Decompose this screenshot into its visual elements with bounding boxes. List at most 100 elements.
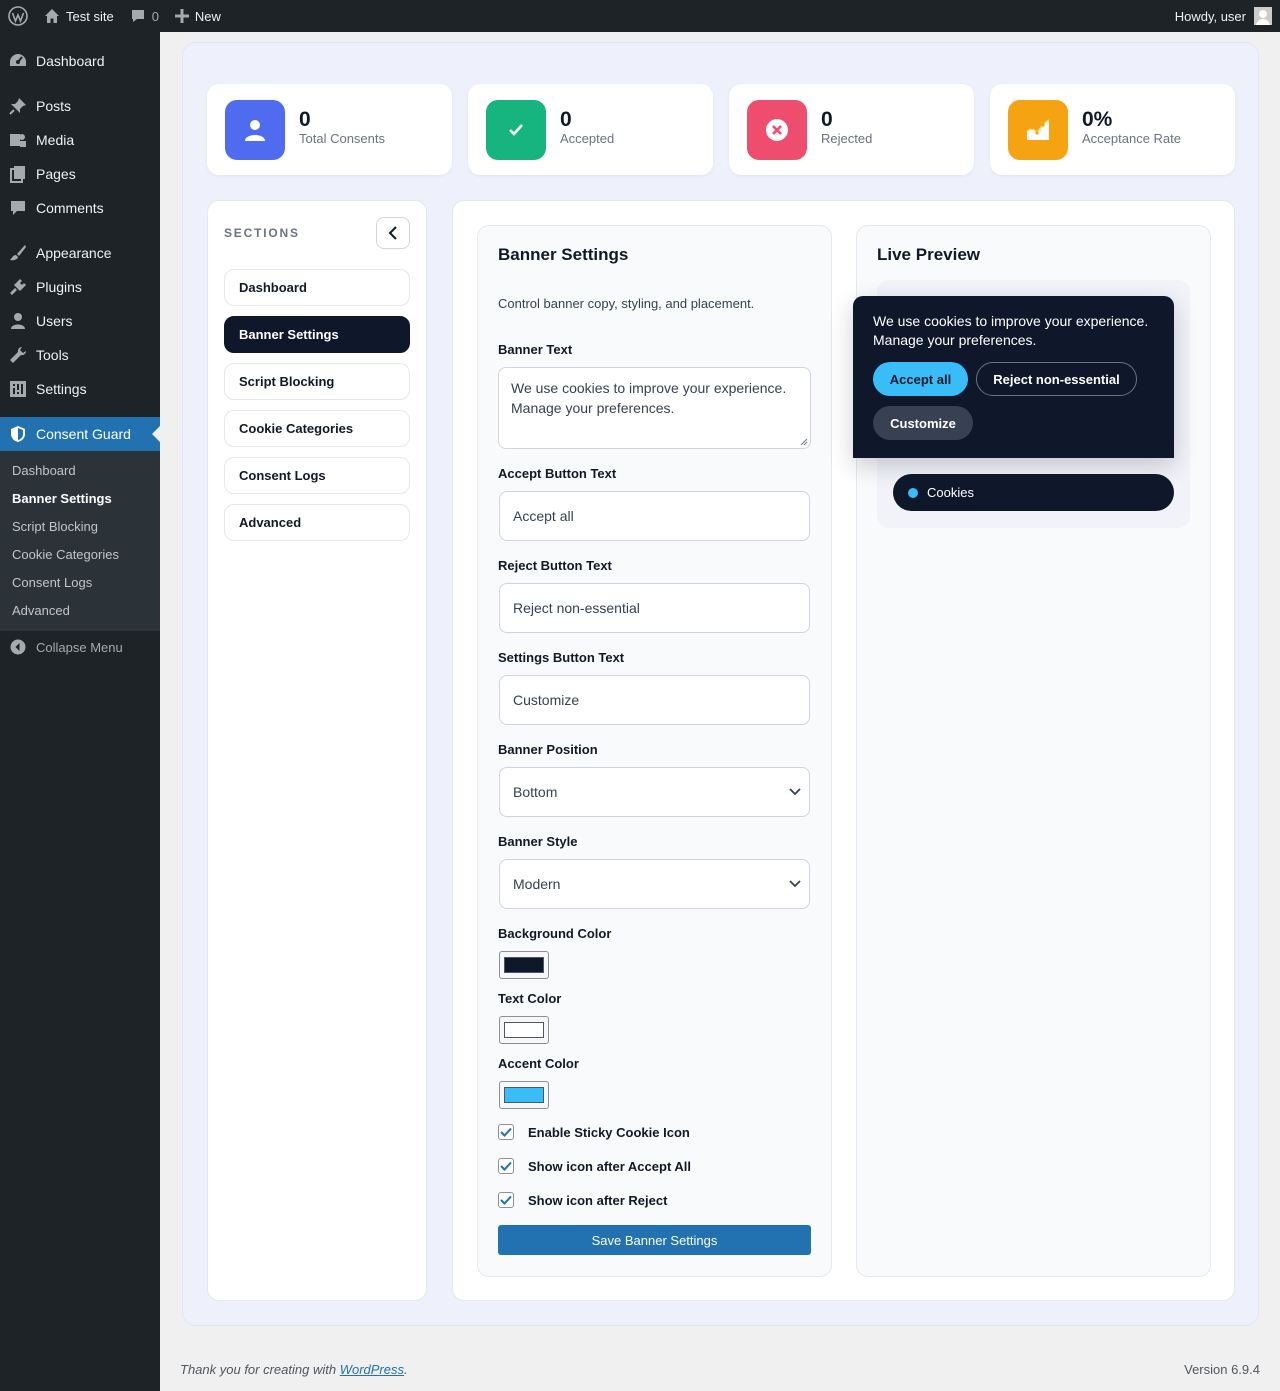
checkmark-icon — [500, 1127, 512, 1137]
accept-button-text-input[interactable]: Accept all — [499, 491, 810, 541]
section-consent-logs[interactable]: Consent Logs — [224, 457, 410, 494]
banner-text-value: We use cookies to improve your experienc… — [511, 380, 787, 416]
accent-color-label: Accent Color — [498, 1056, 579, 1071]
menu-item-consent-guard[interactable]: Consent Guard — [0, 417, 160, 451]
preview-stage: We use cookies to improve your experienc… — [853, 280, 1190, 528]
chart-icon — [1008, 100, 1068, 160]
banner-style-select[interactable]: Modern — [499, 859, 810, 909]
stat-card-acceptance-rate: 0% Acceptance Rate — [990, 84, 1235, 175]
save-banner-settings-button[interactable]: Save Banner Settings — [498, 1225, 811, 1255]
menu-item-appearance[interactable]: Appearance — [0, 236, 160, 270]
chevron-down-icon — [789, 788, 801, 796]
menu-label: Media — [36, 132, 75, 148]
menu-item-pages[interactable]: Pages — [0, 157, 160, 191]
resize-grip-icon[interactable] — [800, 438, 808, 446]
cookie-banner-text: We use cookies to improve your experienc… — [873, 313, 1149, 348]
site-name: Test site — [66, 8, 114, 24]
stat-card-rejected: 0 Rejected — [729, 84, 974, 175]
stat-card-total-consents: 0 Total Consents — [207, 84, 452, 175]
collapse-arrow-icon — [0, 639, 36, 655]
sticky-icon-checkbox-row[interactable]: Enable Sticky Cookie Icon — [498, 1123, 690, 1141]
submenu-item-banner-settings[interactable]: Banner Settings — [12, 491, 112, 506]
section-dashboard[interactable]: Dashboard — [224, 269, 410, 306]
banner-position-select[interactable]: Bottom — [499, 767, 810, 817]
menu-label: Dashboard — [36, 53, 105, 69]
sections-title: SECTIONS — [224, 226, 300, 240]
banner-settings-description: Control banner copy, styling, and placem… — [498, 296, 755, 311]
menu-item-users[interactable]: Users — [0, 304, 160, 338]
wp-logo[interactable] — [0, 0, 36, 32]
show-after-reject-label: Show icon after Reject — [528, 1192, 668, 1208]
comments-link[interactable]: 0 — [122, 0, 167, 32]
menu-item-tools[interactable]: Tools — [0, 338, 160, 372]
person-icon — [225, 100, 285, 160]
accent-color-swatch — [504, 1087, 544, 1103]
menu-item-settings[interactable]: Settings — [0, 372, 160, 406]
chevron-left-icon — [388, 226, 397, 240]
menu-item-dashboard[interactable]: Dashboard — [0, 44, 160, 78]
show-after-accept-checkbox[interactable] — [498, 1158, 514, 1174]
show-after-accept-checkbox-row[interactable]: Show icon after Accept All — [498, 1157, 691, 1175]
stat-value: 0 — [821, 108, 833, 131]
submenu-item-cookie-categories[interactable]: Cookie Categories — [12, 547, 119, 562]
cookie-dot-icon — [908, 487, 918, 498]
menu-label: Posts — [36, 98, 72, 114]
section-advanced[interactable]: Advanced — [224, 504, 410, 541]
stat-value: 0% — [1082, 108, 1113, 131]
section-cookie-categories[interactable]: Cookie Categories — [224, 410, 410, 447]
preview-customize-button[interactable]: Customize — [873, 406, 973, 440]
submenu-item-dashboard[interactable]: Dashboard — [12, 463, 76, 478]
menu-item-media[interactable]: Media — [0, 123, 160, 157]
admin-menu: Dashboard Posts Media Pages Comments App… — [0, 32, 160, 1391]
checkmark-icon — [500, 1161, 512, 1171]
text-color-picker[interactable] — [499, 1016, 549, 1044]
pages-icon — [0, 165, 36, 183]
accent-color-picker[interactable] — [499, 1081, 549, 1109]
sticky-icon-checkbox[interactable] — [498, 1124, 514, 1140]
plug-icon — [0, 278, 36, 296]
menu-label: Settings — [36, 381, 87, 397]
new-label: New — [194, 8, 221, 24]
wordpress-link[interactable]: WordPress — [340, 1362, 404, 1377]
reject-button-text-label: Reject Button Text — [498, 558, 612, 573]
my-account[interactable]: Howdy, user — [1175, 7, 1280, 25]
submenu-item-script-blocking[interactable]: Script Blocking — [12, 519, 98, 534]
live-preview-title: Live Preview — [877, 245, 981, 264]
menu-label: Tools — [36, 347, 69, 363]
stat-label: Rejected — [821, 131, 873, 146]
cookie-banner-preview: We use cookies to improve your experienc… — [853, 296, 1174, 458]
banner-style-label: Banner Style — [498, 834, 578, 849]
section-banner-settings[interactable]: Banner Settings — [224, 316, 410, 353]
collapse-menu-button[interactable]: Collapse Menu — [0, 631, 160, 663]
submenu-item-consent-logs[interactable]: Consent Logs — [12, 575, 92, 590]
show-after-reject-checkbox[interactable] — [498, 1192, 514, 1208]
banner-text-textarea[interactable]: We use cookies to improve your experienc… — [498, 367, 811, 449]
menu-item-comments[interactable]: Comments — [0, 191, 160, 225]
background-color-picker[interactable] — [499, 951, 549, 979]
site-name-link[interactable]: Test site — [36, 0, 122, 32]
sticky-icon-label: Enable Sticky Cookie Icon — [528, 1124, 690, 1140]
banner-text-label: Banner Text — [498, 342, 573, 357]
sections-collapse-button[interactable] — [376, 217, 410, 249]
accept-button-text-label: Accept Button Text — [498, 466, 617, 481]
menu-item-posts[interactable]: Posts — [0, 89, 160, 123]
show-after-reject-checkbox-row[interactable]: Show icon after Reject — [498, 1191, 667, 1209]
stat-value: 0 — [299, 108, 311, 131]
footer-version: Version 6.9.4 — [1184, 1362, 1260, 1377]
banner-settings-card: Banner Settings Control banner copy, sty… — [477, 225, 832, 1277]
stat-card-accepted: 0 Accepted — [468, 84, 713, 175]
submenu-item-advanced[interactable]: Advanced — [12, 603, 70, 618]
sticky-cookie-pill[interactable]: Cookies — [893, 474, 1174, 511]
menu-item-plugins[interactable]: Plugins — [0, 270, 160, 304]
comment-icon — [0, 199, 36, 217]
preview-reject-button[interactable]: Reject non-essential — [976, 362, 1137, 396]
settings-button-text-input[interactable]: Customize — [499, 675, 810, 725]
content-panel: Banner Settings Control banner copy, sty… — [452, 200, 1235, 1301]
footer-thanks-suffix: . — [404, 1362, 408, 1377]
howdy-text: Howdy, user — [1174, 8, 1246, 24]
live-preview-card: Live Preview We use cookies to improve y… — [853, 225, 1211, 1277]
preview-accept-button[interactable]: Accept all — [873, 362, 968, 396]
reject-button-text-input[interactable]: Reject non-essential — [499, 583, 810, 633]
new-content-link[interactable]: New — [167, 0, 229, 32]
section-script-blocking[interactable]: Script Blocking — [224, 363, 410, 400]
